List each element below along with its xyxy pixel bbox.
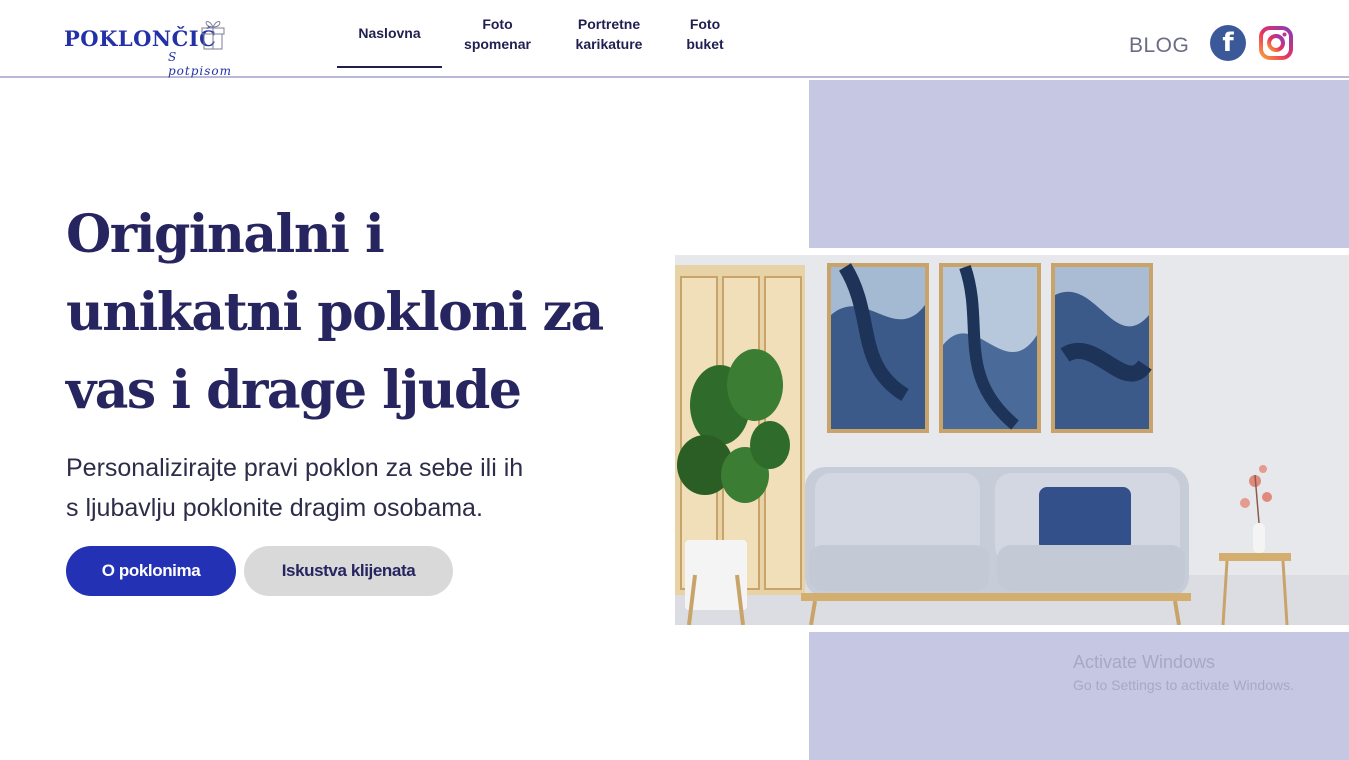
facebook-glyph: f: [1222, 28, 1234, 58]
logo-main-text: POKLONČIĆ: [64, 26, 217, 51]
wall-art-triptych: [827, 263, 1153, 433]
hero-subtext: Personalizirajte pravi poklon za sebe il…: [66, 454, 524, 522]
decor-block-top: [809, 80, 1349, 248]
windows-activation-watermark: Activate Windows Go to Settings to activ…: [1073, 652, 1294, 693]
gift-icon: [201, 21, 225, 50]
nav-item-label: Foto buket: [686, 16, 724, 52]
main-nav: Naslovna Foto spomenar Portretne karikat…: [337, 0, 745, 70]
site-logo[interactable]: POKLONČIĆ S potpisom: [64, 16, 244, 78]
hero-image: [675, 255, 1349, 625]
nav-item-label: Portretne karikature: [575, 16, 643, 52]
nav-item-foto-buket[interactable]: Foto buket: [665, 0, 745, 68]
site-header: POKLONČIĆ S potpisom Naslovna Foto spome…: [0, 0, 1349, 78]
hero-headline: Originalni i unikatni pokloni za vas i d…: [66, 204, 604, 421]
client-experiences-button[interactable]: Iskustva klijenata: [244, 546, 453, 596]
facebook-icon[interactable]: f: [1210, 25, 1246, 61]
nav-item-foto-spomenar[interactable]: Foto spomenar: [442, 0, 553, 68]
nav-item-portretne-karikature[interactable]: Portretne karikature: [553, 0, 665, 68]
nav-item-naslovna[interactable]: Naslovna: [337, 0, 442, 68]
blog-link[interactable]: BLOG: [1129, 34, 1189, 58]
about-gifts-button[interactable]: O poklonima: [66, 546, 236, 596]
watermark-title: Activate Windows: [1073, 652, 1216, 672]
watermark-subtitle: Go to Settings to activate Windows.: [1073, 677, 1294, 693]
nav-item-label: Naslovna: [358, 25, 421, 41]
logo-tagline: S potpisom: [168, 50, 233, 78]
instagram-icon[interactable]: [1258, 25, 1294, 61]
nav-item-label: Foto spomenar: [464, 16, 531, 52]
